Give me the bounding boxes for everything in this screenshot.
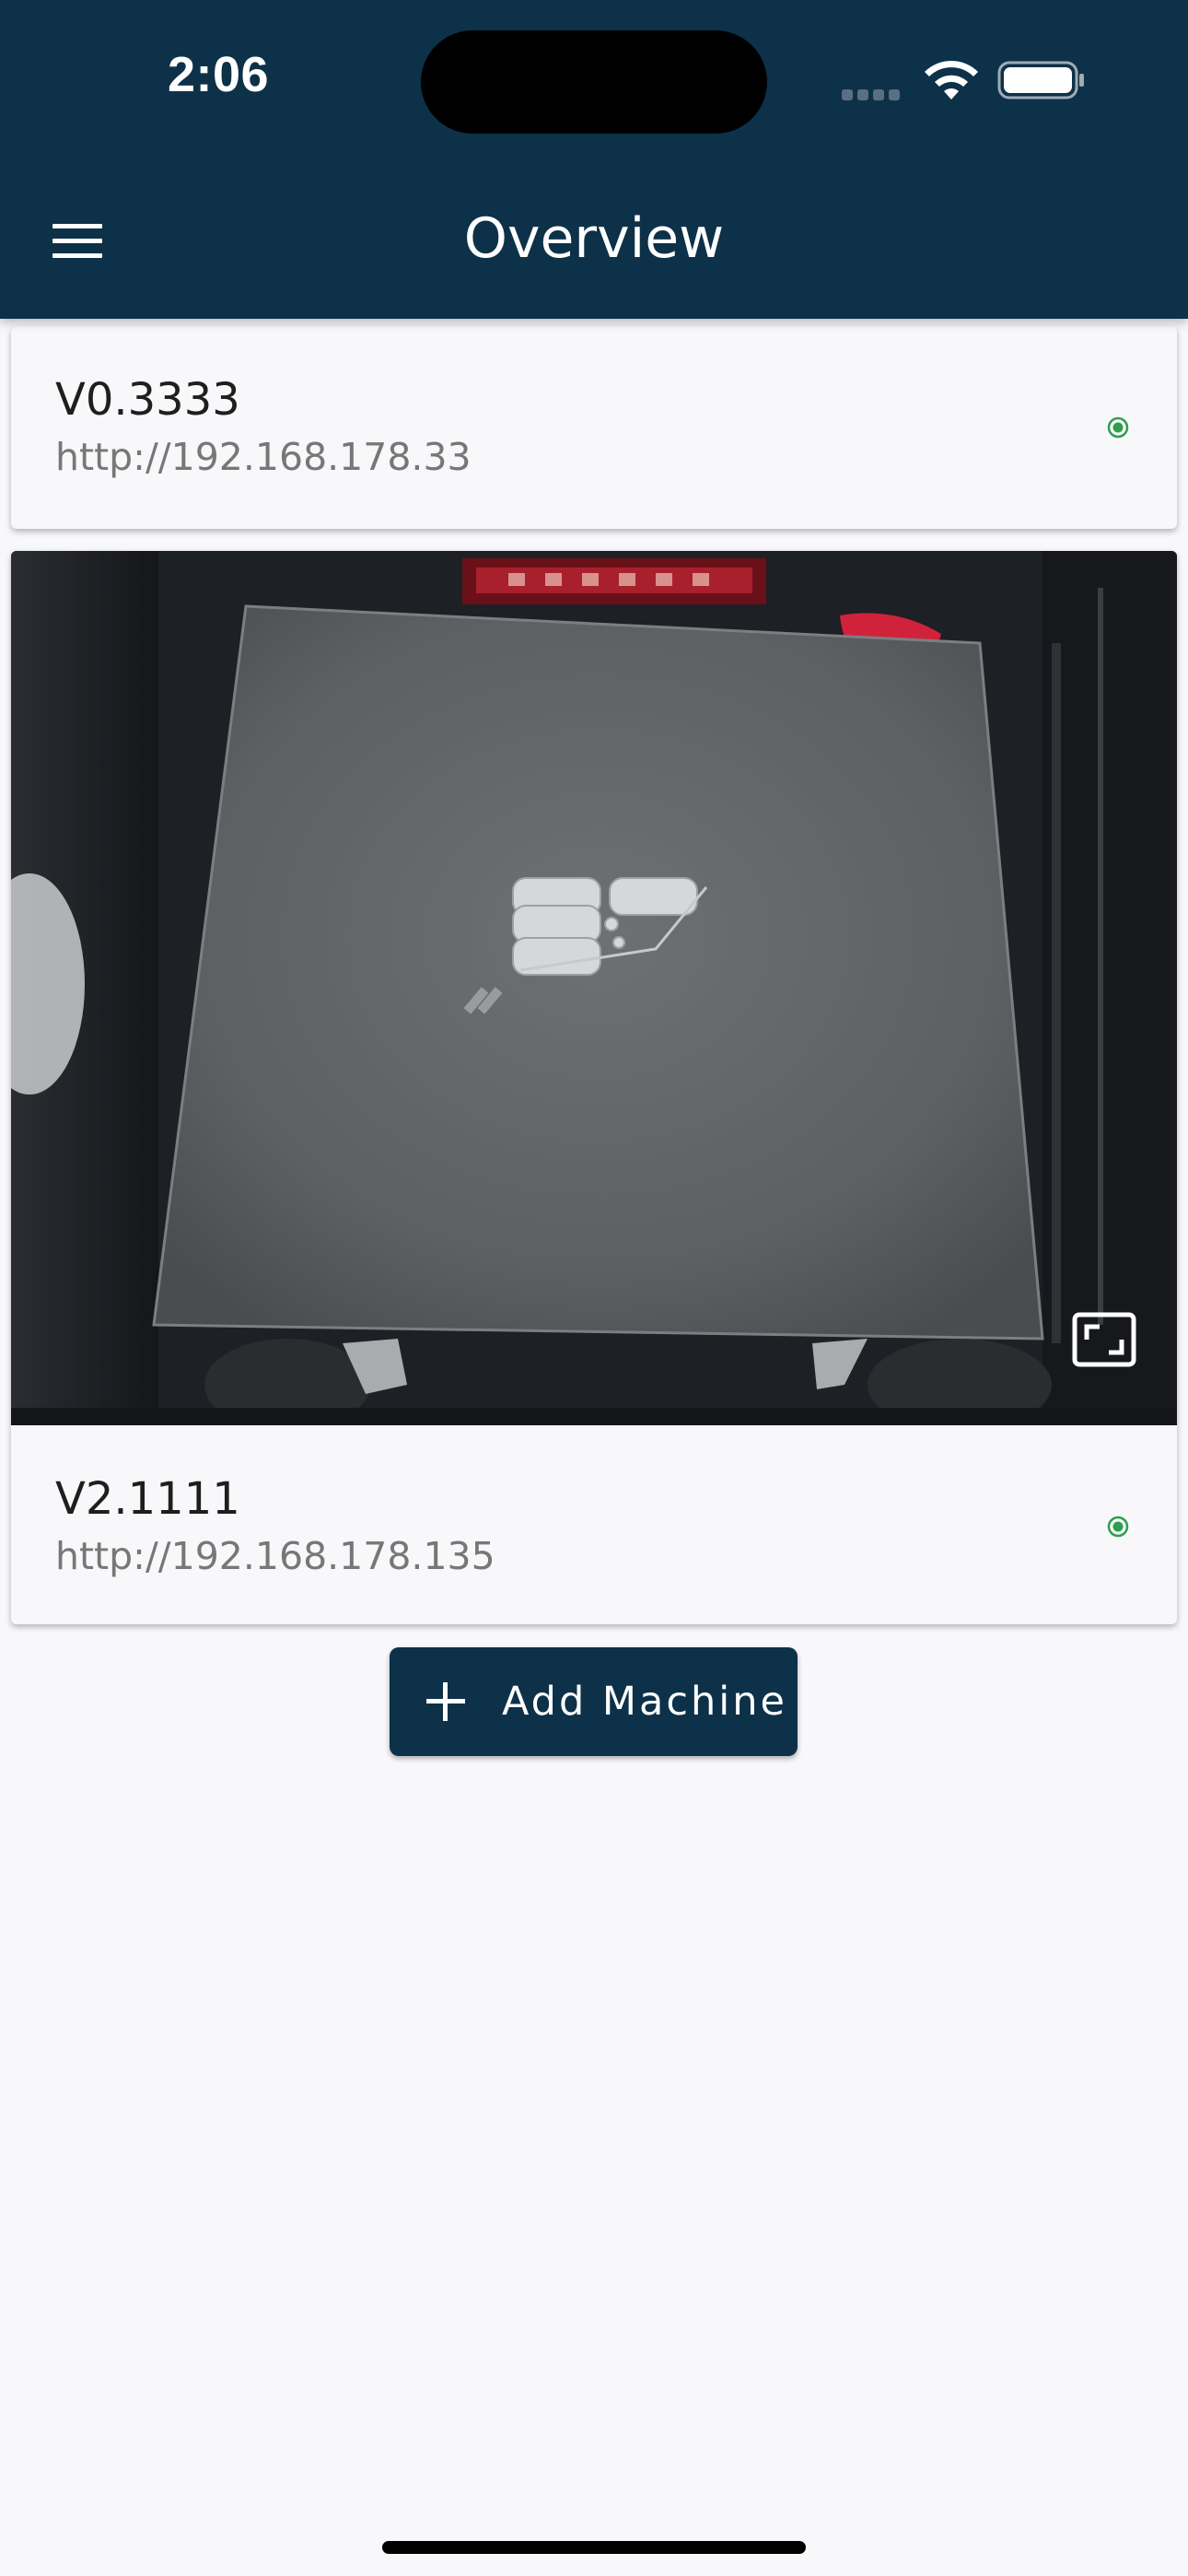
machine-name: V2.1111 bbox=[55, 1473, 240, 1525]
machine-name: V0.3333 bbox=[55, 374, 240, 426]
add-machine-label: Add Machine bbox=[502, 1679, 787, 1725]
menu-button[interactable] bbox=[41, 205, 114, 278]
machine-card-v2[interactable]: V2.1111 http://192.168.178.135 bbox=[11, 551, 1177, 1624]
status-bar-time: 2:06 bbox=[168, 47, 270, 102]
app-header: 2:06 Overview bbox=[0, 0, 1188, 319]
machine-url: http://192.168.178.135 bbox=[55, 1534, 495, 1578]
online-status-icon bbox=[1107, 1516, 1129, 1538]
online-status-icon bbox=[1107, 416, 1129, 439]
page-title: Overview bbox=[463, 206, 725, 271]
dynamic-island bbox=[421, 30, 767, 134]
wifi-icon bbox=[925, 60, 978, 100]
webcam-stream[interactable] bbox=[11, 551, 1177, 1425]
plus-icon bbox=[426, 1682, 465, 1721]
fullscreen-button[interactable] bbox=[1072, 1312, 1136, 1367]
machine-info: V0.3333 http://192.168.178.33 bbox=[11, 326, 1177, 529]
home-indicator[interactable] bbox=[382, 2541, 806, 2554]
machine-card-v0[interactable]: V0.3333 http://192.168.178.33 bbox=[11, 326, 1177, 529]
add-machine-button[interactable]: Add Machine bbox=[390, 1647, 798, 1756]
hamburger-menu-icon bbox=[52, 224, 102, 258]
cellular-signal-icon bbox=[842, 87, 906, 100]
fullscreen-icon bbox=[1072, 1312, 1136, 1367]
machine-info: V2.1111 http://192.168.178.135 bbox=[11, 1425, 1177, 1624]
webcam-image bbox=[11, 551, 1177, 1425]
battery-icon bbox=[997, 61, 1084, 100]
machine-url: http://192.168.178.33 bbox=[55, 435, 472, 479]
